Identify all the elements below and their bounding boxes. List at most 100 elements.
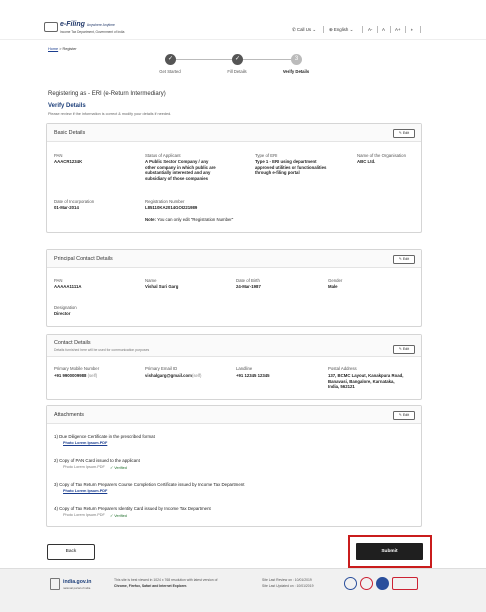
field-value: Male [328,284,338,289]
attachment-file[interactable]: Photo Lorem Ipsum.PDF [63,465,105,469]
last-reviewed: Site Last Review on : 10/01/2019 [262,578,312,582]
partner-logo-icon [392,577,418,590]
pencil-icon: ✎ [398,347,402,351]
principal-contact-card: Principal Contact Details ✎ Edit PAN AAA… [46,249,422,327]
field-label: Primary Mobile Number [54,366,100,371]
emblem-icon [44,22,58,32]
contrast-icon[interactable]: ◑ [410,27,413,32]
browser-note: This site is best viewed in 1024 x 768 r… [114,578,218,582]
stepper-connector [176,59,232,60]
globe-icon: ⊕ [329,27,333,32]
edit-button[interactable]: ✎ Edit [393,129,415,138]
verified-badge: ✓ Verified [110,466,127,470]
edit-button[interactable]: ✎ Edit [393,255,415,264]
india-gov-link[interactable]: india.gov.in [63,579,91,585]
divider [323,26,324,33]
card-header [47,124,421,142]
field-label: Primary Email ID [145,366,178,371]
field-value: ABC Ltd. [357,159,376,164]
step-1-label: Get Started [159,69,181,74]
stepper-connector [243,59,291,60]
field-label: Name of the Organisation [357,153,406,158]
field-value: Director [54,311,71,316]
step-2-check-icon: ✓ [232,54,243,65]
divider [405,26,406,33]
logo[interactable]: e-Filing Anywhere Anytime [60,21,115,28]
card-description: Details furnished here will be used for … [54,348,150,352]
pencil-icon: ✎ [398,257,402,261]
partner-logo-icon [344,577,357,590]
edit-button[interactable]: ✎ Edit [393,345,415,354]
card-header [47,335,421,357]
field-value: A Public Sector Company / any other compa… [145,159,216,181]
phone-icon: ✆ [292,27,296,32]
field-value: 24-Mar-1987 [236,284,261,289]
partner-logo-icon [360,577,373,590]
pencil-icon: ✎ [398,413,402,417]
verified-badge: ✓ Verified [110,514,127,518]
partner-logo-icon [376,577,389,590]
divider [420,26,421,33]
site-footer: india.gov.in national portal of india Th… [0,568,486,612]
field-label: Type of ERI [255,153,278,158]
font-decrease-button[interactable]: A- [368,27,372,32]
last-updated: Site Last Updated on : 10/01/2019 [262,584,314,588]
site-header: e-Filing Anywhere Anytime Income Tax Dep… [0,0,486,40]
attachment-title: 2) Copy of PAN Card issued to the applic… [54,458,140,463]
card-title: Contact Details [54,340,91,346]
font-normal-button[interactable]: A [382,27,385,32]
browser-note: Chrome, Firefox, Safari and Internet Exp… [114,584,188,588]
footer-site-sub: national portal of india [63,586,91,590]
attachments-card: Attachments ✎ Edit 1) Due Diligence Cert… [46,405,422,527]
attachment-title: 1) Due Diligence Certificate in the pres… [54,434,155,439]
field-label: PAN [54,153,63,158]
field-value: 01-Mar-2014 [54,205,79,210]
card-title: Principal Contact Details [54,256,113,262]
card-header [47,406,421,424]
field-value: +91 9900009988 (self) [54,373,98,378]
field-label: Date of Birth [236,278,260,283]
submit-button[interactable]: Submit [356,543,423,560]
divider [362,26,363,33]
page-title: Verify Details [48,103,86,109]
field-label: Date of Incorporation [54,199,95,204]
step-1-check-icon: ✓ [165,54,176,65]
field-label: Postal Address [328,366,357,371]
language-select[interactable]: ⊕ English ⌄ [329,27,353,33]
logo-subtitle: Income Tax Department, Government of Ind… [60,30,125,34]
divider [390,26,391,33]
field-label: Registration Number [145,199,185,204]
breadcrumb: Home > Register [48,47,77,51]
font-increase-button[interactable]: A+ [395,27,401,32]
field-label: Name [145,278,157,283]
step-3-label: Verify Details [282,69,310,74]
edit-button[interactable]: ✎ Edit [393,411,415,420]
field-label: PAN [54,278,63,283]
registering-as: Registering as - ERI (e-Return Intermedi… [48,91,166,97]
field-label: Designation [54,305,77,310]
emblem-icon [50,578,60,590]
breadcrumb-home[interactable]: Home [48,47,58,51]
chevron-down-icon: ⌄ [349,27,354,32]
field-label: Landline [236,366,253,371]
back-button[interactable]: Back [47,544,95,560]
attachment-file-link[interactable]: Photo Lorem Ipsum.PDF [63,489,107,493]
attachment-file-link[interactable]: Photo Lorem Ipsum.PDF [63,441,107,445]
field-value: AAAAA1111A [54,284,82,289]
field-value: L85110KA2014GOI221989 [145,205,198,210]
contact-details-card: Contact Details Details furnished here w… [46,334,422,400]
call-us-link[interactable]: ✆ Call Us ⌄ [292,27,316,33]
attachment-file[interactable]: Photo Lorem Ipsum.PDF [63,513,105,517]
attachment-title: 4) Copy of Tax Return Preparers Identity… [54,506,211,511]
basic-details-card: Basic Details ✎ Edit PAN AAACR1234K Stat… [46,123,422,233]
step-2-label: Fill Details [227,69,247,74]
field-label: Status of Applicant [145,153,181,158]
pencil-icon: ✎ [398,131,402,135]
field-value: Type 1 - ERI using department approved ut… [255,159,327,176]
page-subtitle: Please review if the information is corr… [48,112,172,116]
field-value: +91 12345 12345 [236,373,270,378]
field-value: AAACR1234K [54,159,83,164]
card-title: Attachments [54,412,84,418]
field-label: Gender [328,278,343,283]
field-value: vishalgarg@gmail.com(self) [145,373,202,378]
